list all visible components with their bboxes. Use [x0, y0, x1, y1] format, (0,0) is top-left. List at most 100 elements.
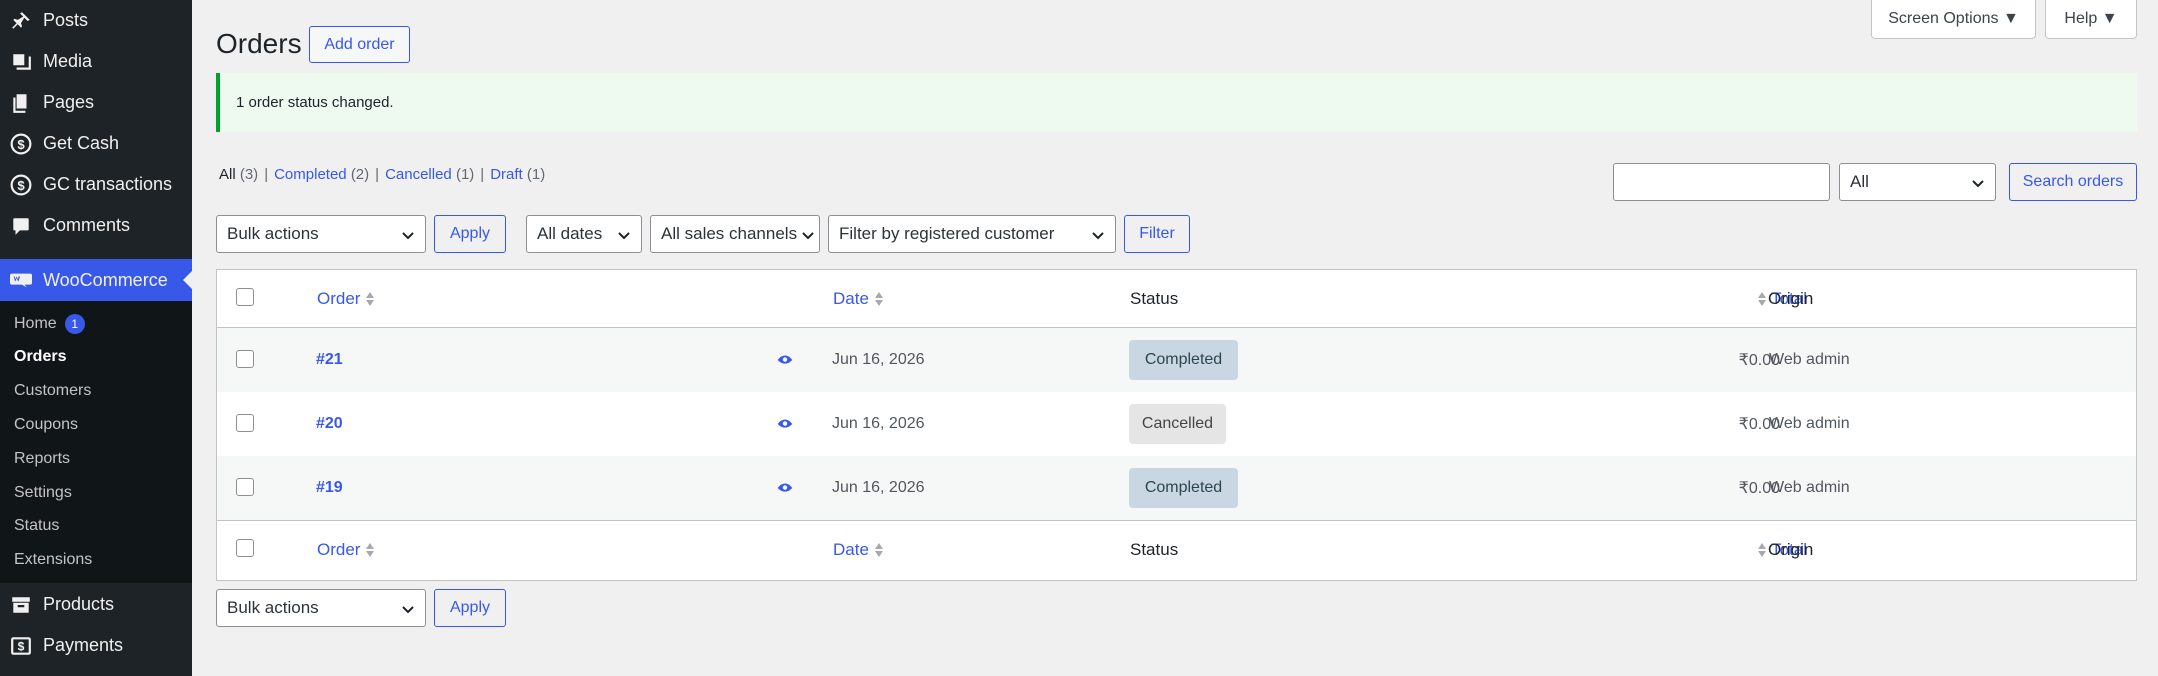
submenu-item-label: Home — [14, 315, 57, 332]
submenu-item-home[interactable]: Home 1 — [14, 312, 85, 336]
table-row[interactable]: #20 Jun 16, 2026 Cancelled ₹0.00 Web adm… — [217, 392, 2136, 456]
column-order[interactable]: Order — [317, 270, 375, 327]
sidebar-item-gc-transactions[interactable]: $ GC transactions — [0, 164, 192, 205]
column-date[interactable]: Date — [833, 521, 884, 579]
row-checkbox[interactable] — [236, 478, 254, 496]
eye-icon[interactable] — [776, 351, 794, 369]
date-filter-select[interactable]: All dates — [526, 215, 642, 253]
customer-filter-value: Filter by registered customer — [839, 224, 1055, 243]
column-date[interactable]: Date — [833, 270, 884, 327]
media-icon — [9, 50, 33, 74]
select-all-checkbox[interactable] — [236, 539, 254, 557]
order-column-label: Order — [317, 288, 361, 308]
pin-icon — [9, 9, 33, 33]
dollar-icon: $ — [9, 132, 33, 156]
pages-icon — [9, 91, 33, 115]
view-completed-link[interactable]: Completed — [274, 166, 347, 183]
search-orders-button[interactable]: Search orders — [2009, 163, 2137, 201]
bulk-actions-select-bottom[interactable]: Bulk actions — [216, 589, 426, 627]
apply-button-bottom[interactable]: Apply — [434, 589, 506, 627]
view-draft-link[interactable]: Draft — [490, 166, 523, 183]
status-badge: Completed — [1129, 468, 1238, 508]
table-row[interactable]: #21 Jun 16, 2026 Completed ₹0.00 Web adm… — [217, 328, 2136, 392]
sidebar-item-payments[interactable]: $ Payments — [0, 625, 192, 666]
sales-channel-select[interactable]: All sales channels — [650, 215, 820, 253]
payments-icon: $ — [9, 634, 33, 658]
order-link[interactable]: #21 — [316, 351, 343, 369]
submenu-item-customers[interactable]: Customers — [14, 379, 91, 403]
svg-text:$: $ — [18, 639, 25, 653]
view-draft-count: (1) — [526, 166, 546, 183]
order-link[interactable]: #19 — [316, 479, 343, 497]
table-footer: Order Date Status Total Origin — [217, 520, 2136, 580]
sidebar-item-pages[interactable]: Pages — [0, 82, 192, 123]
sidebar-item-woocommerce[interactable]: WooCommerce — [0, 259, 192, 301]
view-cancelled-count: (1) — [455, 166, 475, 183]
sidebar-item-label: Products — [43, 594, 115, 614]
view-all-count: (3) — [239, 166, 259, 183]
select-all-checkbox[interactable] — [236, 288, 254, 306]
eye-icon[interactable] — [776, 479, 794, 497]
column-status: Status — [1130, 521, 1178, 579]
submenu-item-extensions[interactable]: Extensions — [14, 548, 92, 572]
sort-icon — [365, 291, 375, 307]
status-column-label: Status — [1130, 540, 1179, 559]
sidebar-item-posts[interactable]: Posts — [0, 0, 192, 41]
dollar-icon: $ — [9, 173, 33, 197]
view-cancelled-link[interactable]: Cancelled — [385, 166, 452, 183]
sidebar-item-media[interactable]: Media — [0, 41, 192, 82]
column-origin: Origin — [1768, 521, 1813, 579]
chevron-down-icon — [1091, 227, 1105, 241]
row-checkbox[interactable] — [236, 350, 254, 368]
submenu-item-reports[interactable]: Reports — [14, 447, 70, 471]
admin-sidebar: Posts Media Pages $ Get Cash $ GC transa… — [0, 0, 192, 676]
sidebar-item-label: GC transactions — [43, 174, 173, 194]
submenu-item-label: Coupons — [14, 416, 79, 433]
help-button[interactable]: Help ▼ — [2045, 0, 2137, 39]
submenu-item-orders[interactable]: Orders — [14, 345, 66, 369]
screen-options-button[interactable]: Screen Options ▼ — [1871, 0, 2036, 39]
woocommerce-submenu: Home 1 Orders Customers Coupons Reports … — [0, 301, 192, 583]
sales-channel-value: All sales channels — [661, 224, 798, 243]
submenu-item-settings[interactable]: Settings — [14, 481, 72, 505]
success-notice: 1 order status changed. — [216, 73, 2137, 132]
notification-badge: 1 — [64, 314, 85, 334]
apply-button[interactable]: Apply — [434, 215, 506, 253]
order-date: Jun 16, 2026 — [832, 351, 925, 368]
sort-icon — [365, 542, 375, 558]
row-checkbox[interactable] — [236, 414, 254, 432]
column-order[interactable]: Order — [317, 521, 375, 579]
submenu-item-status[interactable]: Status — [14, 514, 59, 538]
comment-icon — [9, 214, 33, 238]
svg-text:$: $ — [17, 177, 25, 192]
search-input[interactable] — [1613, 163, 1830, 201]
bulk-actions-value: Bulk actions — [227, 224, 319, 243]
order-origin: Web admin — [1769, 415, 1850, 432]
customer-filter-select[interactable]: Filter by registered customer — [828, 215, 1116, 253]
chevron-down-icon — [617, 227, 631, 241]
sort-icon — [874, 542, 884, 558]
sidebar-item-label: Get Cash — [43, 133, 120, 153]
sidebar-item-get-cash[interactable]: $ Get Cash — [0, 123, 192, 164]
chevron-down-icon — [801, 227, 815, 241]
date-filter-value: All dates — [537, 224, 603, 243]
order-origin: Web admin — [1769, 479, 1850, 496]
notice-text: 1 order status changed. — [236, 94, 394, 111]
view-completed-count: (2) — [350, 166, 370, 183]
view-all-link[interactable]: All — [219, 166, 236, 183]
bulk-actions-select[interactable]: Bulk actions — [216, 215, 426, 253]
submenu-item-coupons[interactable]: Coupons — [14, 413, 78, 437]
archive-icon — [9, 593, 33, 617]
eye-icon[interactable] — [776, 415, 794, 433]
status-views: All (3) | Completed (2) | Cancelled (1) | Draf… — [219, 166, 546, 183]
origin-column-label: Origin — [1768, 540, 1814, 559]
order-link[interactable]: #20 — [316, 415, 343, 433]
filter-button[interactable]: Filter — [1124, 215, 1190, 253]
sidebar-item-comments[interactable]: Comments — [0, 205, 192, 246]
sidebar-item-products[interactable]: Products — [0, 584, 192, 625]
order-date: Jun 16, 2026 — [832, 415, 925, 432]
bulk-actions-value: Bulk actions — [227, 598, 319, 617]
search-scope-select[interactable]: All — [1839, 163, 1996, 201]
add-order-button[interactable]: Add order — [309, 26, 410, 63]
table-row[interactable]: #19 Jun 16, 2026 Completed ₹0.00 Web adm… — [217, 456, 2136, 520]
